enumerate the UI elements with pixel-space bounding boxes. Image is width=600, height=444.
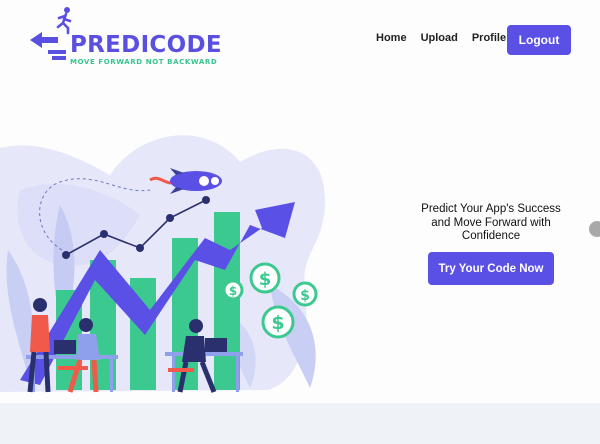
svg-text:$: $ xyxy=(229,284,237,298)
scroll-handle[interactable] xyxy=(589,221,600,237)
nav-profile-link[interactable]: Profile xyxy=(472,32,506,44)
navbar: PREDICODE MOVE FORWARD NOT BACKWARD Home… xyxy=(0,0,600,80)
nav-links: Home Upload Profile xyxy=(376,32,506,44)
footer-band xyxy=(0,403,600,444)
hero-illustration: $ $ $ $ xyxy=(0,135,325,393)
hero-headline: Predict Your App's Success and Move Forw… xyxy=(421,203,561,242)
svg-text:$: $ xyxy=(271,312,284,334)
logo-tagline: MOVE FORWARD NOT BACKWARD xyxy=(70,58,218,66)
logo[interactable]: PREDICODE MOVE FORWARD NOT BACKWARD xyxy=(28,6,222,68)
logo-wordmark: PREDICODE xyxy=(70,32,222,58)
try-your-code-button[interactable]: Try Your Code Now xyxy=(428,252,554,285)
nav-home-link[interactable]: Home xyxy=(376,32,407,44)
svg-text:$: $ xyxy=(300,288,310,304)
nav-upload-link[interactable]: Upload xyxy=(421,32,458,44)
svg-text:$: $ xyxy=(259,269,272,290)
logout-button[interactable]: Logout xyxy=(507,25,571,55)
